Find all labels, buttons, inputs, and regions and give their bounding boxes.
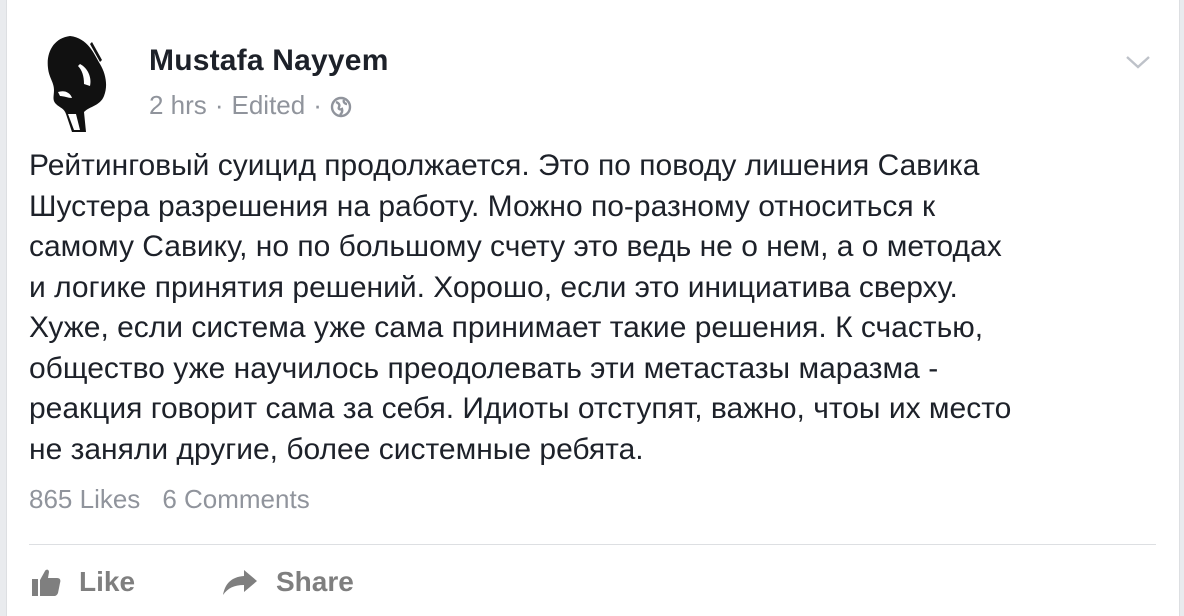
share-arrow-icon [223,570,257,595]
edited-label[interactable]: Edited [231,90,305,121]
globe-icon[interactable] [330,96,352,118]
likes-count[interactable]: 865 Likes [29,484,140,514]
like-label: Like [79,566,136,597]
post-text-line: самому Савику, но по большому счету это … [29,230,1002,263]
post-text-line: Шустера разрешения на работу. Можно по-р… [29,189,936,223]
post-body: Рейтинговый суицид продолжается. Это по … [29,146,1164,470]
post-text-line: общество уже научилось преодолевать эти … [29,351,939,385]
divider [29,544,1156,545]
author-name[interactable]: Mustafa Nayyem [149,44,389,78]
chevron-down-icon[interactable] [1125,54,1151,70]
meta-separator: · [214,90,224,120]
post-meta: 2 hrs · Edited · [149,90,352,121]
post-text-line: и логике принятия решений. Хорошо, если … [29,270,958,304]
meta-separator: · [313,90,322,120]
thumbs-up-icon [32,569,61,596]
share-button[interactable]: Share [222,562,354,602]
post-text-line: Хуже, если система уже сама принимает та… [29,311,984,344]
post-text-line: реакция говорит сама за себя. Идиоты отс… [29,392,1012,425]
share-label: Share [276,566,354,597]
like-button[interactable]: Like [31,562,135,602]
post-card: Mustafa Nayyem 2 hrs · Edited · Рейтинго… [6,0,1180,616]
avatar[interactable] [40,34,112,134]
comments-count[interactable]: 6 Comments [162,484,309,514]
post-text-line: Рейтинговый суицид продолжается. Это по … [29,149,980,182]
post-text-line: не заняли другие, более системные ребята… [29,432,644,466]
post-stats: 865 Likes 6 Comments [29,484,310,515]
post-time[interactable]: 2 hrs [149,90,207,121]
